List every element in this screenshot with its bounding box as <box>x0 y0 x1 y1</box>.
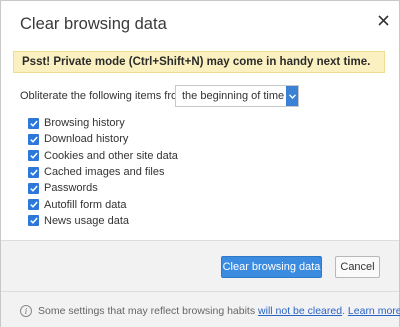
checkbox-label: News usage data <box>44 214 129 227</box>
checkbox-checked-icon[interactable] <box>28 199 39 211</box>
info-row: i Some settings that may reflect browsin… <box>20 303 400 319</box>
private-mode-notice: Psst! Private mode (Ctrl+Shift+N) may co… <box>13 51 385 73</box>
close-button[interactable] <box>372 9 394 31</box>
checkbox-label: Browsing history <box>44 117 125 130</box>
time-range-select[interactable]: the beginning of time <box>175 85 299 107</box>
chevron-down-icon <box>286 86 298 106</box>
close-icon <box>377 14 389 26</box>
checkbox-cookies[interactable]: Cookies and other site data <box>28 148 178 164</box>
dialog-title: Clear browsing data <box>20 15 167 33</box>
clear-browsing-data-dialog: Clear browsing data Psst! Private mode (… <box>0 0 400 327</box>
items-checklist: Browsing history Download history Cookie… <box>28 115 178 229</box>
footer-divider <box>1 291 399 292</box>
checkbox-download-history[interactable]: Download history <box>28 131 178 147</box>
checkbox-label: Cached images and files <box>44 166 165 179</box>
checkbox-label: Autofill form data <box>44 198 127 211</box>
checkbox-checked-icon[interactable] <box>28 215 39 227</box>
cancel-button[interactable]: Cancel <box>335 256 380 278</box>
info-text: Some settings that may reflect browsing … <box>38 305 256 317</box>
clear-browsing-data-button[interactable]: Clear browsing data <box>221 256 322 278</box>
checkbox-cached-images[interactable]: Cached images and files <box>28 164 178 180</box>
info-separator: . <box>342 305 345 317</box>
checkbox-news-usage[interactable]: News usage data <box>28 213 178 229</box>
checkbox-label: Download history <box>44 133 129 146</box>
checkbox-autofill[interactable]: Autofill form data <box>28 196 178 212</box>
checkbox-checked-icon[interactable] <box>28 150 39 162</box>
checkbox-label: Passwords <box>44 182 98 195</box>
checkbox-checked-icon[interactable] <box>28 117 39 129</box>
checkbox-checked-icon[interactable] <box>28 133 39 145</box>
time-range-label: Obliterate the following items from: <box>20 90 190 102</box>
time-range-value: the beginning of time <box>182 90 285 102</box>
not-cleared-link[interactable]: will not be cleared <box>258 305 342 317</box>
checkbox-browsing-history[interactable]: Browsing history <box>28 115 178 131</box>
dialog-footer: Clear browsing data Cancel i Some settin… <box>1 240 400 327</box>
checkbox-checked-icon[interactable] <box>28 166 39 178</box>
checkbox-checked-icon[interactable] <box>28 182 39 194</box>
learn-more-link[interactable]: Learn more <box>348 305 400 317</box>
checkbox-label: Cookies and other site data <box>44 149 178 162</box>
info-icon: i <box>20 305 32 317</box>
checkbox-passwords[interactable]: Passwords <box>28 180 178 196</box>
